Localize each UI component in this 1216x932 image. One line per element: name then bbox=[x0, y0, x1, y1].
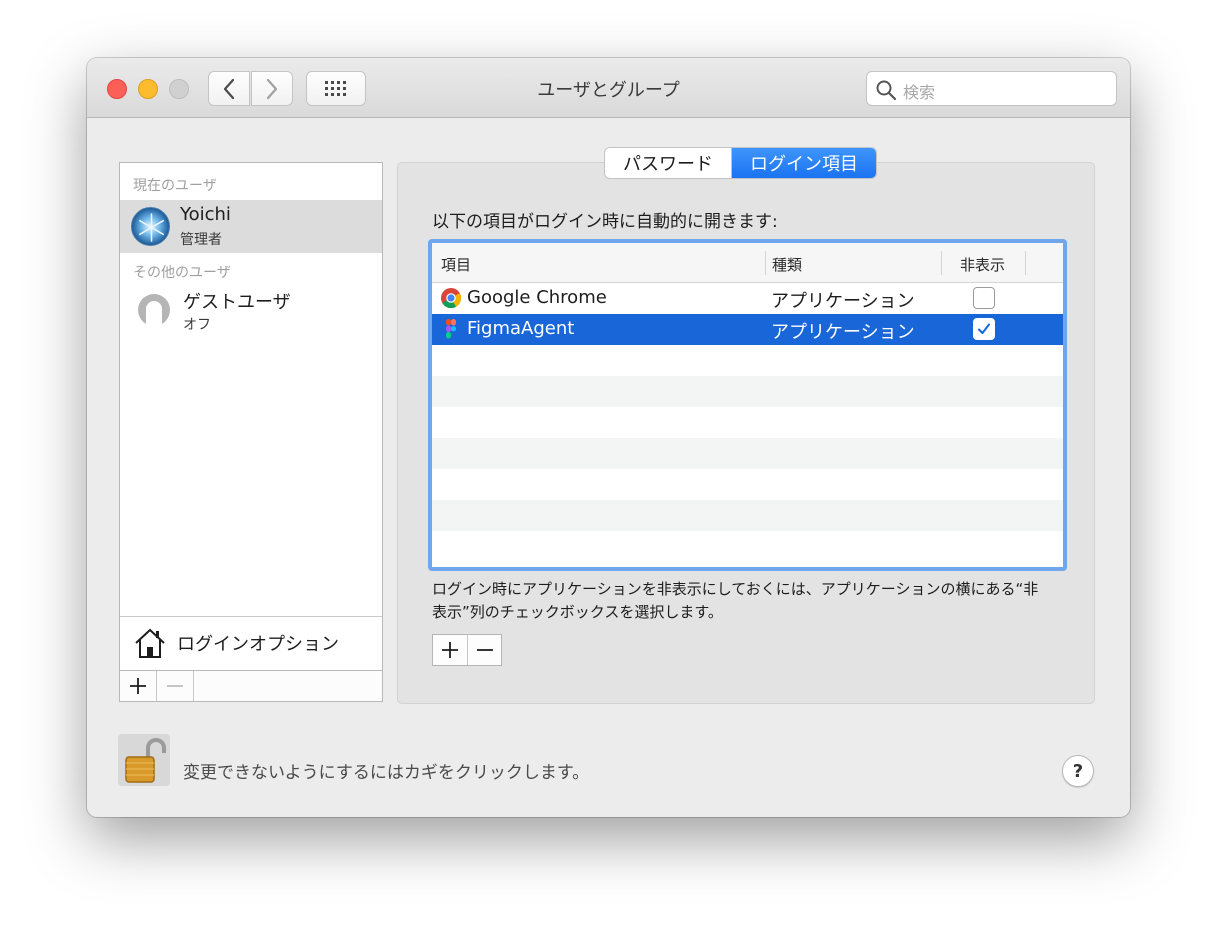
checkmark-icon bbox=[978, 323, 990, 334]
user-name: Yoichi bbox=[180, 204, 231, 225]
item-name: FigmaAgent bbox=[467, 318, 575, 339]
search-placeholder: 検索 bbox=[903, 83, 936, 102]
guest-user-name: ゲストユーザ bbox=[183, 292, 291, 313]
remove-login-item-button[interactable] bbox=[467, 635, 501, 665]
plus-icon bbox=[130, 678, 146, 694]
snowflake-avatar-icon bbox=[131, 207, 170, 246]
preferences-window: ユーザとグループ 検索 現在のユーザ Yoichi 管理者 その他のユーザ ゲス… bbox=[87, 58, 1130, 817]
item-kind: アプリケーション bbox=[771, 291, 915, 312]
hide-checkbox[interactable] bbox=[973, 287, 995, 309]
minus-icon bbox=[476, 649, 493, 651]
tab-segmented-control: パスワード ログイン項目 bbox=[604, 147, 877, 179]
empty-row bbox=[432, 407, 1063, 438]
user-role: 管理者 bbox=[180, 232, 222, 248]
column-header-hide[interactable]: 非表示 bbox=[960, 254, 1005, 275]
table-row[interactable]: Google Chrome アプリケーション bbox=[432, 283, 1063, 314]
guest-user-icon bbox=[138, 294, 170, 326]
column-divider bbox=[1025, 251, 1026, 275]
plus-icon bbox=[442, 642, 458, 658]
column-header-kind[interactable]: 種類 bbox=[772, 254, 802, 275]
remove-user-button[interactable] bbox=[157, 671, 194, 701]
empty-row bbox=[432, 345, 1063, 376]
empty-row bbox=[432, 438, 1063, 469]
tab-password[interactable]: パスワード bbox=[605, 148, 732, 178]
login-options-item[interactable]: ログインオプション bbox=[120, 616, 382, 670]
column-divider bbox=[765, 251, 766, 275]
lock-instruction: 変更できないようにするにはカギをクリックします。 bbox=[183, 763, 590, 783]
table-row-selected[interactable]: FigmaAgent アプリケーション bbox=[432, 314, 1063, 345]
login-items-table[interactable]: 項目 種類 非表示 Google Chrome アプリケーション FigmaAg… bbox=[428, 239, 1067, 571]
current-user-header: 現在のユーザ bbox=[133, 178, 217, 194]
house-icon bbox=[135, 628, 165, 658]
other-users-header: その他のユーザ bbox=[133, 265, 231, 281]
item-kind: アプリケーション bbox=[771, 322, 915, 343]
unlocked-padlock-icon bbox=[125, 738, 166, 783]
tab-login-items[interactable]: ログイン項目 bbox=[732, 148, 876, 178]
hide-help-text: ログイン時にアプリケーションを非表示にしておくには、アプリケーションの横にある“… bbox=[432, 580, 1039, 621]
guest-user-status: オフ bbox=[183, 317, 211, 333]
login-options-label: ログインオプション bbox=[177, 634, 339, 655]
empty-row bbox=[432, 469, 1063, 500]
search-icon bbox=[876, 80, 897, 101]
item-name: Google Chrome bbox=[467, 287, 607, 308]
search-field[interactable]: 検索 bbox=[866, 71, 1117, 106]
column-header-item[interactable]: 項目 bbox=[441, 254, 471, 275]
login-items-intro: 以下の項目がログイン時に自動的に開きます: bbox=[432, 212, 778, 232]
empty-row bbox=[432, 531, 1063, 562]
hide-checkbox-checked[interactable] bbox=[973, 318, 995, 340]
add-login-item-button[interactable] bbox=[433, 635, 467, 665]
empty-row bbox=[432, 500, 1063, 531]
column-divider bbox=[941, 251, 942, 275]
chrome-icon bbox=[441, 288, 462, 309]
lock-button[interactable] bbox=[118, 734, 170, 786]
table-header: 項目 種類 非表示 bbox=[432, 243, 1063, 283]
user-row-yoichi[interactable]: Yoichi 管理者 bbox=[120, 200, 382, 253]
login-items-button-bar bbox=[432, 634, 502, 666]
empty-row bbox=[432, 376, 1063, 407]
add-user-button[interactable] bbox=[120, 671, 157, 701]
help-button[interactable]: ? bbox=[1062, 755, 1094, 787]
figma-icon bbox=[446, 319, 457, 339]
user-list-panel: 現在のユーザ Yoichi 管理者 その他のユーザ ゲストユーザ オフ ログイン… bbox=[119, 162, 383, 702]
title-bar: ユーザとグループ 検索 bbox=[87, 58, 1130, 118]
user-button-bar bbox=[120, 670, 382, 701]
minus-icon bbox=[167, 685, 183, 687]
